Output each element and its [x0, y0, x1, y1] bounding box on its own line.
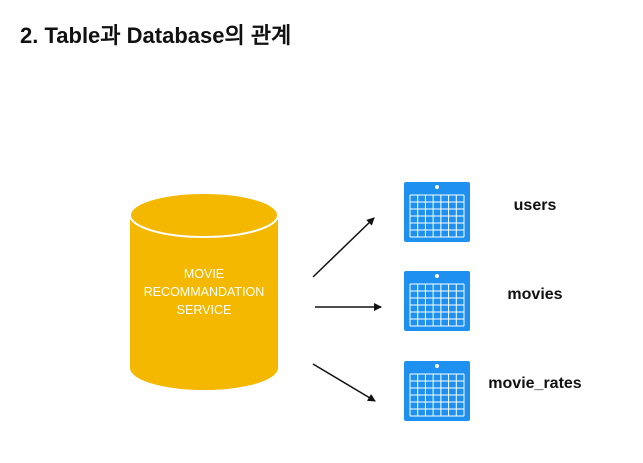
database-label-line: SERVICE [177, 303, 232, 317]
db-table-diagram: MOVIE RECOMMANDATION SERVICE users movie… [129, 182, 582, 421]
table-icon-bg [404, 271, 470, 331]
table-label-movie-rates: movie_rates [488, 375, 581, 392]
table-icon-dot [435, 364, 439, 368]
database-cylinder: MOVIE RECOMMANDATION SERVICE [129, 192, 279, 390]
database-label-line: RECOMMANDATION [144, 285, 265, 299]
database-cylinder-top [129, 192, 279, 238]
database-label-line: MOVIE [184, 267, 224, 281]
table-icon-bg [404, 182, 470, 242]
table-icon [404, 271, 470, 331]
table-label-movies: movies [507, 286, 562, 303]
table-icon-bg [404, 361, 470, 421]
table-icon [404, 182, 470, 242]
table-icon [404, 361, 470, 421]
arrow-to-users [312, 217, 375, 278]
table-label-users: users [514, 197, 557, 214]
table-icon-dot [435, 274, 439, 278]
arrow-to-movie-rates [312, 363, 376, 402]
table-icon-dot [435, 185, 439, 189]
